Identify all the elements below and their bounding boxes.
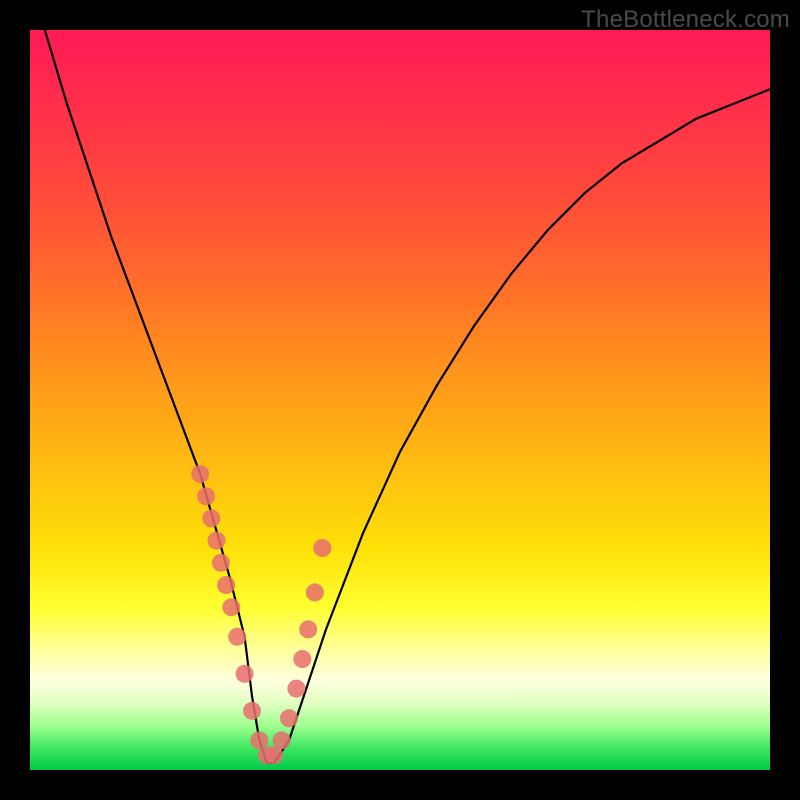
plot-area bbox=[30, 30, 770, 770]
sample-point bbox=[287, 680, 305, 698]
sample-point bbox=[217, 576, 235, 594]
sample-point bbox=[236, 665, 254, 683]
chart-frame: TheBottleneck.com bbox=[0, 0, 800, 800]
sample-point bbox=[197, 487, 215, 505]
sample-point bbox=[273, 731, 291, 749]
sample-point bbox=[212, 554, 230, 572]
watermark-text: TheBottleneck.com bbox=[581, 6, 790, 34]
sample-point bbox=[299, 620, 317, 638]
sample-point bbox=[293, 650, 311, 668]
sample-points bbox=[191, 465, 331, 764]
sample-point bbox=[208, 532, 226, 550]
sample-point bbox=[228, 628, 246, 646]
sample-point bbox=[313, 539, 331, 557]
bottleneck-curve bbox=[45, 30, 770, 763]
sample-point bbox=[191, 465, 209, 483]
bottleneck-curve-svg bbox=[30, 30, 770, 770]
sample-point bbox=[202, 509, 220, 527]
sample-point bbox=[280, 709, 298, 727]
sample-point bbox=[306, 583, 324, 601]
sample-point bbox=[243, 702, 261, 720]
sample-point bbox=[222, 598, 240, 616]
